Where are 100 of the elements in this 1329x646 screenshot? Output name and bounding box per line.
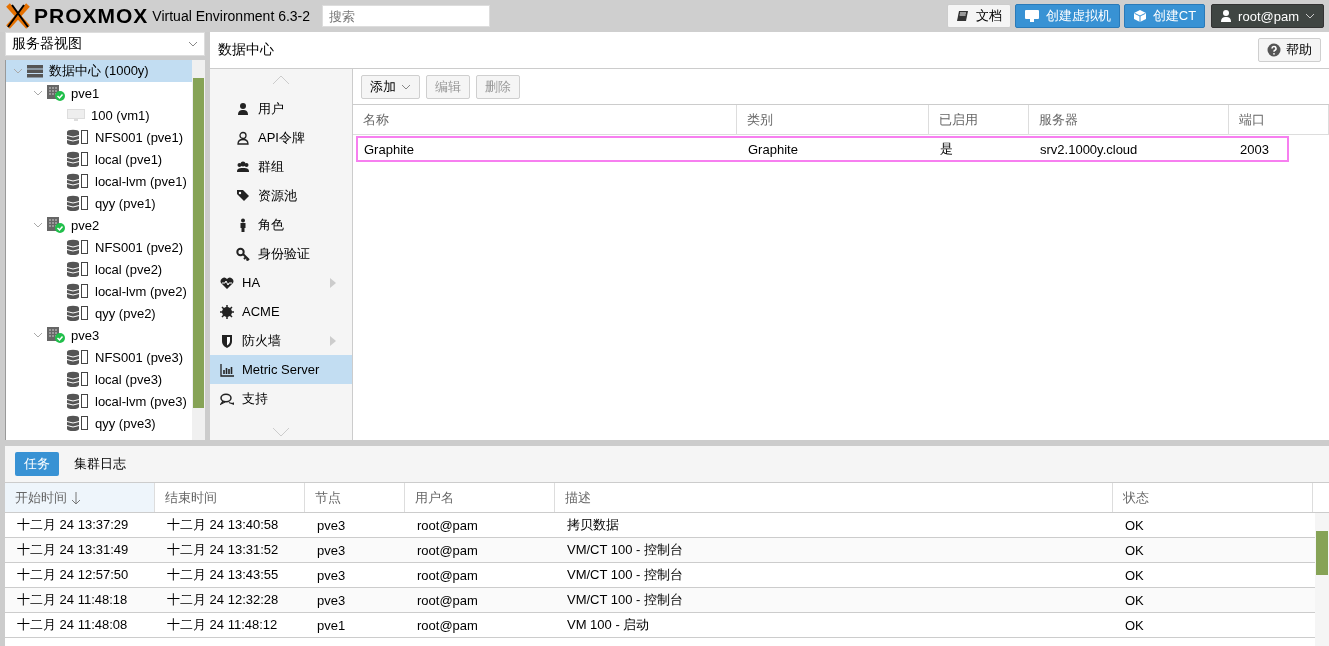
database-icon	[66, 261, 90, 277]
column-header[interactable]: 类别	[737, 105, 929, 135]
monitor-icon	[1023, 9, 1040, 23]
column-header[interactable]: 端口	[1229, 105, 1329, 135]
user-outline-icon	[236, 130, 250, 145]
table-cell-text: VM 100 - 启动	[566, 616, 651, 634]
help-button[interactable]: 帮助	[1258, 38, 1321, 62]
table-cell-text: srv2.1000y.cloud	[1039, 141, 1139, 157]
tree-item[interactable]: qyy (pve2)	[6, 302, 192, 324]
tree-item[interactable]: 数据中心 (1000y)	[6, 60, 192, 82]
table-cell-text: root@pam	[416, 592, 479, 608]
menu-item[interactable]: 角色	[210, 210, 352, 239]
book-icon	[955, 9, 970, 23]
table-cell-text: 十二月 24 13:37:29	[16, 516, 130, 534]
tree-item[interactable]: pve1	[6, 82, 192, 104]
database-icon	[66, 415, 90, 431]
product-name: Virtual Environment 6.3-2	[152, 8, 311, 24]
tree-item[interactable]: local (pve3)	[6, 368, 192, 390]
menu-item[interactable]: ACME	[210, 297, 352, 326]
tree-item[interactable]: local-lvm (pve2)	[6, 280, 192, 302]
table-cell-text: pve3	[316, 567, 347, 583]
tree-item[interactable]: qyy (pve3)	[6, 412, 192, 434]
table-cell-text: OK	[1124, 592, 1145, 608]
table-cell-text: 十二月 24 11:48:18	[16, 591, 129, 609]
tree-item[interactable]: pve3	[6, 324, 192, 346]
column-header[interactable]: 结束时间	[155, 483, 305, 512]
scroll-up-icon	[272, 75, 290, 85]
table-cell-text: root@pam	[416, 517, 479, 533]
users-icon	[236, 159, 250, 174]
tab[interactable]: 集群日志	[65, 452, 135, 476]
node-online-icon	[46, 326, 66, 344]
table-cell-text: OK	[1124, 517, 1145, 533]
table-cell-text: root@pam	[416, 542, 479, 558]
user-icon	[1220, 9, 1233, 23]
menu-item[interactable]: 用户	[210, 94, 352, 123]
badge-icon	[220, 304, 234, 319]
table-cell-text: pve3	[316, 517, 347, 533]
menu-item[interactable]: 支持	[210, 384, 352, 413]
tree-item[interactable]: NFS001 (pve1)	[6, 126, 192, 148]
table-cell-text: root@pam	[416, 617, 479, 633]
tree-item[interactable]: pve2	[6, 214, 192, 236]
user-menu-button[interactable]: root@pam	[1211, 4, 1324, 28]
shield-icon	[220, 333, 234, 348]
column-header[interactable]: 状态	[1113, 483, 1313, 512]
menu-item[interactable]: 身份验证	[210, 239, 352, 268]
table-cell-text: VM/CT 100 - 控制台	[566, 566, 685, 584]
logo-text: PROXMOX	[34, 4, 149, 28]
tree-item[interactable]: 100 (vm1)	[6, 104, 192, 126]
menu-item[interactable]: 群组	[210, 152, 352, 181]
column-header[interactable]: 描述	[555, 483, 1113, 512]
database-icon	[66, 371, 90, 387]
column-header[interactable]: 已启用	[929, 105, 1029, 135]
menu-item[interactable]: HA	[210, 268, 352, 297]
menu-item[interactable]: Metric Server	[210, 355, 352, 384]
x-logo-icon	[6, 3, 30, 29]
table-cell-text: pve3	[316, 592, 347, 608]
table-cell-text: Graphite	[363, 141, 415, 157]
table-row[interactable]: Graphite Graphite 是 srv2.1000y.cloud 2003	[356, 136, 1289, 162]
scrollbar[interactable]	[1315, 513, 1329, 646]
column-header[interactable]: 节点	[305, 483, 405, 512]
column-header[interactable]: 服务器	[1029, 105, 1229, 135]
expand-caret-icon	[33, 88, 43, 98]
table-cell-text: 拷贝数据	[566, 516, 620, 534]
table-cell-text: pve3	[316, 542, 347, 558]
menu-item[interactable]: API令牌	[210, 123, 352, 152]
bar-chart-icon	[220, 362, 234, 377]
caret-icon	[1305, 11, 1315, 21]
tree-item[interactable]: local-lvm (pve3)	[6, 390, 192, 412]
database-icon	[66, 349, 90, 365]
node-online-icon	[46, 84, 66, 102]
key-icon	[236, 246, 250, 261]
expand-caret-icon	[13, 66, 23, 76]
tree-item[interactable]: NFS001 (pve2)	[6, 236, 192, 258]
tree-item[interactable]: NFS001 (pve3)	[6, 346, 192, 368]
table-cell-text: root@pam	[416, 567, 479, 583]
view-select[interactable]: 服务器视图	[5, 32, 205, 56]
database-icon	[66, 283, 90, 299]
tree-item[interactable]: local-lvm (pve1)	[6, 170, 192, 192]
table-cell-text: VM/CT 100 - 控制台	[566, 541, 685, 559]
column-header[interactable]: 用户名	[405, 483, 555, 512]
tree-item[interactable]: local (pve2)	[6, 258, 192, 280]
search-field[interactable]: 搜索	[322, 5, 491, 27]
column-header[interactable]: 开始时间	[5, 483, 155, 512]
menu-item[interactable]: 资源池	[210, 181, 352, 210]
scrollbar[interactable]	[192, 60, 205, 440]
docs-button[interactable]: 文档	[946, 4, 1011, 28]
node-online-icon	[46, 216, 66, 234]
monitor-icon	[66, 108, 86, 122]
add-button[interactable]: 添加	[361, 74, 420, 99]
menu-item[interactable]: 防火墙	[210, 326, 352, 355]
database-icon	[66, 129, 90, 145]
column-header[interactable]: 名称	[353, 105, 737, 135]
table-cell-text: 十二月 24 13:31:49	[16, 541, 130, 559]
chevron-down-icon	[188, 39, 198, 49]
table-cell-text: 十二月 24 12:57:50	[16, 566, 130, 584]
database-icon	[66, 173, 90, 189]
database-icon	[66, 239, 90, 255]
scroll-down-icon	[272, 427, 290, 437]
tree-item[interactable]: local (pve1)	[6, 148, 192, 170]
tree-item[interactable]: qyy (pve1)	[6, 192, 192, 214]
